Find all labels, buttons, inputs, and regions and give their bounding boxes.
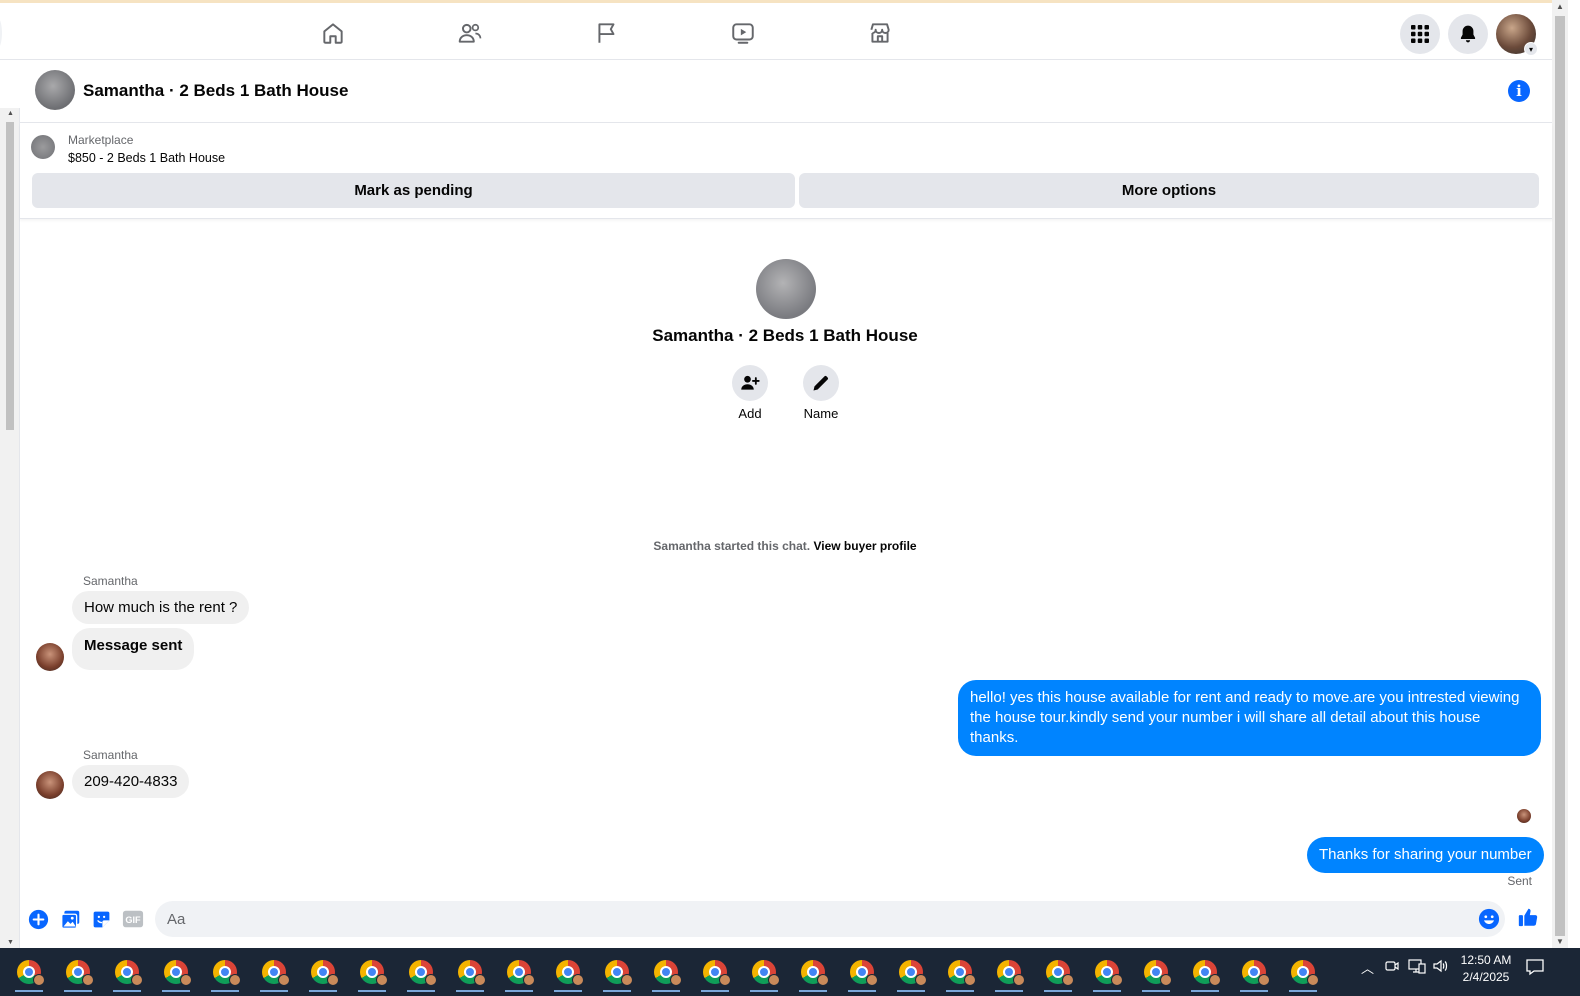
chrome-browser-icon[interactable] xyxy=(456,958,486,992)
system-clock[interactable]: 12:50 AM 2/4/2025 xyxy=(1450,952,1522,986)
incoming-message[interactable]: 209-420-4833 xyxy=(72,765,190,798)
watch-video-icon[interactable] xyxy=(723,15,763,51)
chrome-browser-icon[interactable] xyxy=(1289,958,1319,992)
meet-now-icon[interactable] xyxy=(1385,958,1399,977)
chrome-browser-icon[interactable] xyxy=(1044,958,1074,992)
page-scrollbar-thumb[interactable] xyxy=(1555,16,1565,936)
chat-scrollbar[interactable]: ▲ ▼ xyxy=(0,108,20,948)
add-people-action[interactable]: Add xyxy=(720,365,780,421)
chrome-browser-icon[interactable] xyxy=(260,958,290,992)
mark-as-pending-button[interactable]: Mark as pending xyxy=(32,173,795,208)
chrome-browser-icon[interactable] xyxy=(995,958,1025,992)
chrome-browser-icon[interactable] xyxy=(652,958,682,992)
plus-circle-icon[interactable] xyxy=(27,908,49,930)
chat-scroll-down-arrow-icon[interactable]: ▼ xyxy=(7,939,14,946)
sender-avatar[interactable] xyxy=(36,771,64,799)
chrome-browser-icon[interactable] xyxy=(64,958,94,992)
chrome-browser-icon[interactable] xyxy=(407,958,437,992)
listing-title[interactable]: $850 - 2 Beds 1 Bath House xyxy=(68,151,225,165)
chrome-browser-icon[interactable] xyxy=(1191,958,1221,992)
add-person-icon[interactable] xyxy=(732,365,768,401)
profile-avatar[interactable] xyxy=(756,259,816,319)
chrome-browser-icon[interactable] xyxy=(603,958,633,992)
chrome-browser-icon[interactable] xyxy=(701,958,731,992)
chrome-browser-icon[interactable] xyxy=(505,958,535,992)
chrome-browser-icon[interactable] xyxy=(162,958,192,992)
clock-time: 12:50 AM xyxy=(1460,953,1512,967)
chat-scrollbar-thumb[interactable] xyxy=(6,122,14,430)
message-line: the house tour.kindly send your number i… xyxy=(970,709,1481,746)
scroll-down-arrow-icon[interactable]: ▼ xyxy=(1556,937,1564,946)
name-label: Name xyxy=(803,406,839,421)
chrome-browser-icon[interactable] xyxy=(113,958,143,992)
sender-avatar[interactable] xyxy=(36,643,64,671)
chrome-browser-icon[interactable] xyxy=(554,958,584,992)
sender-name: Samantha xyxy=(83,574,138,588)
photo-icon[interactable] xyxy=(59,908,81,930)
scroll-up-arrow-icon[interactable]: ▲ xyxy=(1556,2,1564,11)
seen-indicator-avatar xyxy=(1517,809,1531,823)
chat-header: Samantha · 2 Beds 1 Bath House i xyxy=(20,60,1552,123)
app-window: ▾ ▲ ▼ ▲ ▼ Samantha · 2 Beds 1 Bath House… xyxy=(0,0,1580,996)
chrome-browser-icon[interactable] xyxy=(358,958,388,992)
outgoing-message[interactable]: hello! yes this house available for rent… xyxy=(958,680,1541,756)
chrome-browser-icon[interactable] xyxy=(1142,958,1172,992)
name-conversation-action[interactable]: Name xyxy=(791,365,851,421)
message-line: hello! yes this house available for rent… xyxy=(970,689,1520,706)
chrome-browser-icon[interactable] xyxy=(309,958,339,992)
chat-scroll-up-arrow-icon[interactable]: ▲ xyxy=(7,110,14,117)
network-icon[interactable] xyxy=(1408,958,1426,977)
view-buyer-profile-link[interactable]: View buyer profile xyxy=(813,539,916,553)
chrome-browser-icon[interactable] xyxy=(1240,958,1270,992)
chevron-down-icon[interactable]: ▾ xyxy=(1524,42,1538,56)
chrome-browser-icon[interactable] xyxy=(211,958,241,992)
message-input[interactable] xyxy=(155,901,1455,937)
volume-icon[interactable] xyxy=(1432,958,1450,977)
sender-name: Samantha xyxy=(83,748,138,762)
menu-grid-icon[interactable] xyxy=(1400,14,1440,54)
clock-date: 2/4/2025 xyxy=(1462,970,1510,984)
chrome-browser-icon[interactable] xyxy=(1093,958,1123,992)
show-hidden-icons-chevron-icon[interactable]: ︿ xyxy=(1361,958,1374,977)
facebook-logo-stub[interactable] xyxy=(0,17,2,49)
chrome-browser-icon[interactable] xyxy=(848,958,878,992)
incoming-message[interactable]: Message sent xyxy=(72,628,195,670)
pages-flag-icon[interactable] xyxy=(587,15,627,51)
page-scrollbar[interactable]: ▲ ▼ xyxy=(1552,0,1568,948)
message-composer[interactable] xyxy=(155,901,1505,937)
chat-started-text: Samantha started this chat. xyxy=(653,539,811,553)
conversation-avatar[interactable] xyxy=(35,70,75,110)
message-status: Sent xyxy=(1507,874,1532,888)
conversation-title[interactable]: Samantha · 2 Beds 1 Bath House xyxy=(83,81,348,101)
marketplace-store-icon[interactable] xyxy=(860,15,900,51)
chrome-browser-icon[interactable] xyxy=(897,958,927,992)
account-avatar[interactable]: ▾ xyxy=(1496,14,1538,56)
like-thumb-icon[interactable] xyxy=(1517,906,1539,928)
svg-text:GIF: GIF xyxy=(125,915,141,925)
profile-name: Samantha · 2 Beds 1 Bath House xyxy=(652,326,918,345)
emoji-icon[interactable] xyxy=(1478,908,1500,930)
listing-thumbnail[interactable] xyxy=(31,135,55,159)
home-icon[interactable] xyxy=(313,15,353,51)
marketplace-label: Marketplace xyxy=(68,133,134,147)
gif-icon[interactable]: GIF xyxy=(122,908,144,930)
notifications-bell-icon[interactable] xyxy=(1448,14,1488,54)
top-navigation-bar: ▾ xyxy=(0,0,1552,60)
notification-center-icon[interactable] xyxy=(1525,957,1545,980)
chrome-browser-icon[interactable] xyxy=(15,958,45,992)
add-label: Add xyxy=(738,406,762,421)
outgoing-message[interactable]: Thanks for sharing your number xyxy=(1307,837,1544,873)
chrome-browser-icon[interactable] xyxy=(946,958,976,992)
chat-started-notice: Samantha started this chat. View buyer p… xyxy=(585,539,985,553)
info-icon[interactable]: i xyxy=(1508,80,1530,102)
chrome-browser-icon[interactable] xyxy=(799,958,829,992)
incoming-message[interactable]: How much is the rent ? xyxy=(72,591,250,624)
sticker-icon[interactable] xyxy=(90,908,112,930)
chrome-browser-icon[interactable] xyxy=(750,958,780,992)
marketplace-listing-panel: Marketplace $850 - 2 Beds 1 Bath House M… xyxy=(20,123,1552,219)
friends-icon[interactable] xyxy=(450,15,490,51)
pencil-icon[interactable] xyxy=(803,365,839,401)
more-options-button[interactable]: More options xyxy=(799,173,1539,208)
